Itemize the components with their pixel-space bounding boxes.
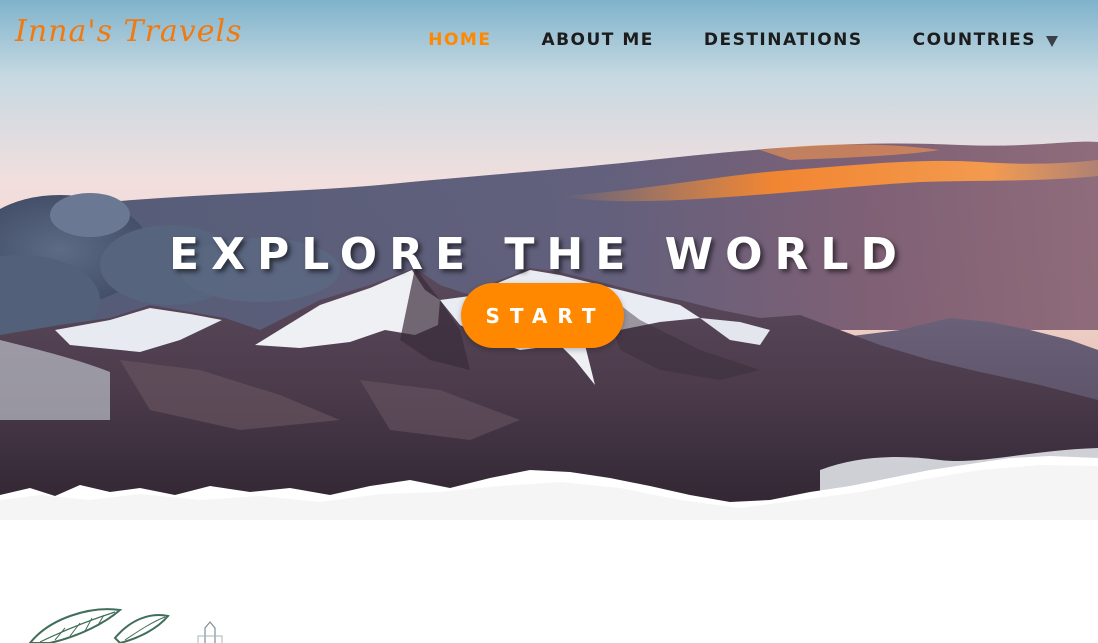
nav-dropdown-countries[interactable]: COUNTRIES	[913, 30, 1058, 50]
nav-item-countries[interactable]: COUNTRIES	[913, 30, 1036, 50]
nav-item-home[interactable]: HOME	[428, 30, 491, 50]
leaf-sketch-icon	[20, 598, 260, 643]
nav-item-about-me[interactable]: ABOUT ME	[541, 30, 653, 50]
nav-links: HOME ABOUT ME DESTINATIONS COUNTRIES	[378, 30, 1058, 50]
start-button[interactable]: START	[461, 283, 624, 348]
site-logo[interactable]: Inna's Travels	[15, 14, 243, 49]
page: Inna's Travels HOME ABOUT ME DESTINATION…	[0, 0, 1098, 643]
hero-headline: EXPLORE THE WORLD	[169, 229, 909, 281]
navbar: Inna's Travels HOME ABOUT ME DESTINATION…	[0, 0, 1098, 82]
nav-item-destinations[interactable]: DESTINATIONS	[704, 30, 863, 50]
caret-down-icon[interactable]	[1046, 35, 1058, 47]
